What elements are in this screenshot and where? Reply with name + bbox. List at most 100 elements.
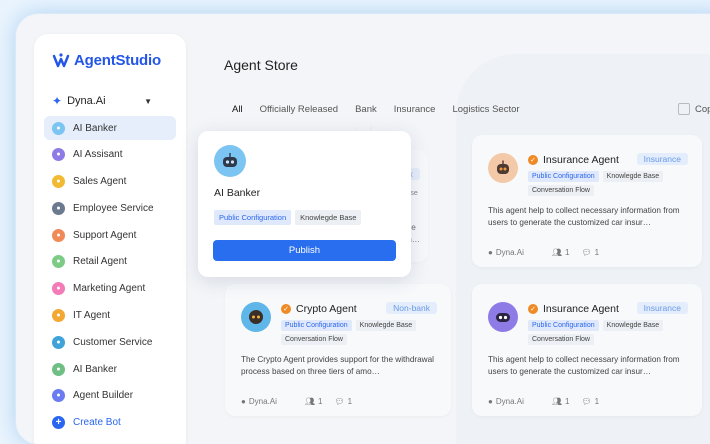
copy-filter-checkbox[interactable]: Cop <box>678 103 710 115</box>
agent-card-insurance[interactable]: ✓ Insurance Agent Insurance Public Config… <box>472 135 702 267</box>
sidebar-item-label: AI Assisant <box>73 149 123 161</box>
sidebar-item-label: Marketing Agent <box>73 283 146 295</box>
user-count: 1 <box>565 248 570 257</box>
filter-tabs: All Officially Released Bank Insurance Logis… <box>232 104 537 115</box>
sidebar-item-label: Agent Builder <box>73 390 134 402</box>
tag: Conversation Flow <box>281 334 347 345</box>
category-badge: Insurance <box>636 302 688 314</box>
conversation-count: 1 <box>594 248 600 257</box>
workspace-name: Dyna.Ai <box>67 95 106 107</box>
sidebar-item-agent-builder[interactable]: ● Agent Builder <box>44 384 176 408</box>
chat-icon: 💬︎ <box>334 397 345 406</box>
people-icon: 👥︎ <box>304 397 316 406</box>
chevron-down-icon: ▼ <box>144 96 152 106</box>
sidebar-item-ai-assisant[interactable]: ● AI Assisant <box>44 143 176 167</box>
people-icon: 👥︎ <box>551 397 563 406</box>
sidebar-item-employee-service[interactable]: ● Employee Service <box>44 196 176 220</box>
verified-badge-icon: ✓ <box>528 155 538 165</box>
conversation-count: 1 <box>594 397 600 406</box>
agent-avatar-icon: ● <box>52 309 65 323</box>
filter-tab-bank[interactable]: Bank <box>355 104 377 115</box>
category-badge: Non-bank <box>386 302 437 314</box>
agent-avatar-icon: ● <box>52 148 65 162</box>
workspace-switcher[interactable]: ✦ Dyna.Ai ▼ <box>52 94 152 108</box>
agent-tags: Public Configuration Knowlegde Base Conv… <box>281 320 441 345</box>
agent-tags: Public Configuration Knowlegde Base Conv… <box>528 171 688 196</box>
agent-avatar-icon: ● <box>52 282 65 296</box>
sidebar-nav: ● AI Banker ● AI Assisant ● Sales Agent ● Emplo… <box>44 116 176 438</box>
filter-tab-all[interactable]: All <box>232 104 243 115</box>
sidebar-item-label: Support Agent <box>73 229 137 241</box>
tag: Conversation Flow <box>528 334 594 345</box>
agent-name-text: Insurance Agent <box>543 154 619 166</box>
chat-icon: 💬︎ <box>581 248 592 257</box>
agent-card-crypto[interactable]: ✓ Crypto Agent Non-bank Public Configurat… <box>225 284 451 416</box>
tag: Knowlegde Base <box>355 320 417 331</box>
sidebar-item-label: Retail Agent <box>73 256 127 268</box>
sidebar-item-support-agent[interactable]: ● Support Agent <box>44 223 176 247</box>
sidebar-item-retail-agent[interactable]: ● Retail Agent <box>44 250 176 274</box>
filter-tab-officially-released[interactable]: Officially Released <box>260 104 339 115</box>
agent-card-insurance[interactable]: ✓ Insurance Agent Insurance Public Config… <box>472 284 702 416</box>
agent-avatar-icon: ● <box>52 228 65 242</box>
sidebar-item-ai-banker[interactable]: ● AI Banker <box>44 116 176 140</box>
agent-popup: AI Banker Public Configuration Knowlegde… <box>198 131 411 277</box>
agent-avatar-icon: ● <box>52 201 65 215</box>
robot-avatar-icon <box>214 145 246 177</box>
copy-filter-label: Cop <box>695 103 710 115</box>
agent-name-text: Insurance Agent <box>543 303 619 315</box>
owner: Dyna.Ai <box>495 397 524 406</box>
verified-badge-icon: ✓ <box>281 304 291 314</box>
sidebar-item-label: Customer Service <box>73 336 153 348</box>
chat-icon: 💬︎ <box>581 397 592 406</box>
agent-avatar-icon: ● <box>52 362 65 376</box>
user-icon: ● <box>488 248 493 257</box>
tag: Knowlegde Base <box>295 210 362 225</box>
user-icon: ● <box>488 397 493 406</box>
sidebar-item-customer-service[interactable]: ● Customer Service <box>44 330 176 354</box>
user-count: 1 <box>318 397 323 406</box>
agent-avatar-icon: ● <box>52 121 65 135</box>
checkbox-icon <box>678 103 690 115</box>
sidebar: AgentStudio ✦ Dyna.Ai ▼ ● AI Banker ● AI As… <box>34 34 186 444</box>
create-bot-label: Create Bot <box>73 417 121 429</box>
sidebar-item-label: Employee Service <box>73 202 154 214</box>
app-window: AgentStudio ✦ Dyna.Ai ▼ ● AI Banker ● AI As… <box>16 14 710 444</box>
sidebar-item-label: AI Banker <box>73 363 117 375</box>
conversation-count: 1 <box>347 397 353 406</box>
page-title: Agent Store <box>224 57 298 73</box>
user-icon: ● <box>241 397 246 406</box>
sidebar-item-sales-agent[interactable]: ● Sales Agent <box>44 170 176 194</box>
user-count: 1 <box>565 397 570 406</box>
owner: Dyna.Ai <box>248 397 277 406</box>
brand-logo[interactable]: AgentStudio <box>52 52 161 69</box>
agent-avatar-icon: ● <box>52 175 65 189</box>
create-bot-button[interactable]: + Create Bot <box>44 411 176 435</box>
popup-agent-name: AI Banker <box>214 187 261 199</box>
verified-badge-icon: ✓ <box>528 304 538 314</box>
tag: Public Configuration <box>281 320 352 331</box>
sidebar-item-ai-banker[interactable]: ● AI Banker <box>44 357 176 381</box>
sparkle-icon: ✦ <box>52 94 63 108</box>
sidebar-item-marketing-agent[interactable]: ● Marketing Agent <box>44 277 176 301</box>
card-footer: ● Dyna.Ai 👥︎ 1 💬︎ 1 <box>241 397 352 406</box>
agent-name: ✓ Insurance Agent <box>528 154 619 166</box>
category-badge: Insurance <box>636 153 688 165</box>
robot-avatar-icon <box>488 153 518 183</box>
sidebar-item-label: Sales Agent <box>73 176 127 188</box>
tag: Public Configuration <box>214 210 292 225</box>
tag: Public Configuration <box>528 171 599 182</box>
tag: Public Configuration <box>528 320 599 331</box>
agent-name-text: Crypto Agent <box>296 303 357 315</box>
robot-avatar-icon <box>488 302 518 332</box>
filter-tab-logistics-sector[interactable]: Logistics Sector <box>452 104 519 115</box>
sidebar-item-it-agent[interactable]: ● IT Agent <box>44 304 176 328</box>
publish-button[interactable]: Publish <box>213 240 396 261</box>
popup-tags: Public Configuration Knowlegde Base <box>214 210 362 225</box>
agent-description: This agent help to collect necessary inf… <box>488 355 680 376</box>
agent-avatar-icon: ● <box>52 389 65 403</box>
filter-tab-insurance[interactable]: Insurance <box>394 104 436 115</box>
agent-avatar-icon: ● <box>52 335 65 349</box>
owner: Dyna.Ai <box>495 248 524 257</box>
plus-icon: + <box>52 416 65 430</box>
